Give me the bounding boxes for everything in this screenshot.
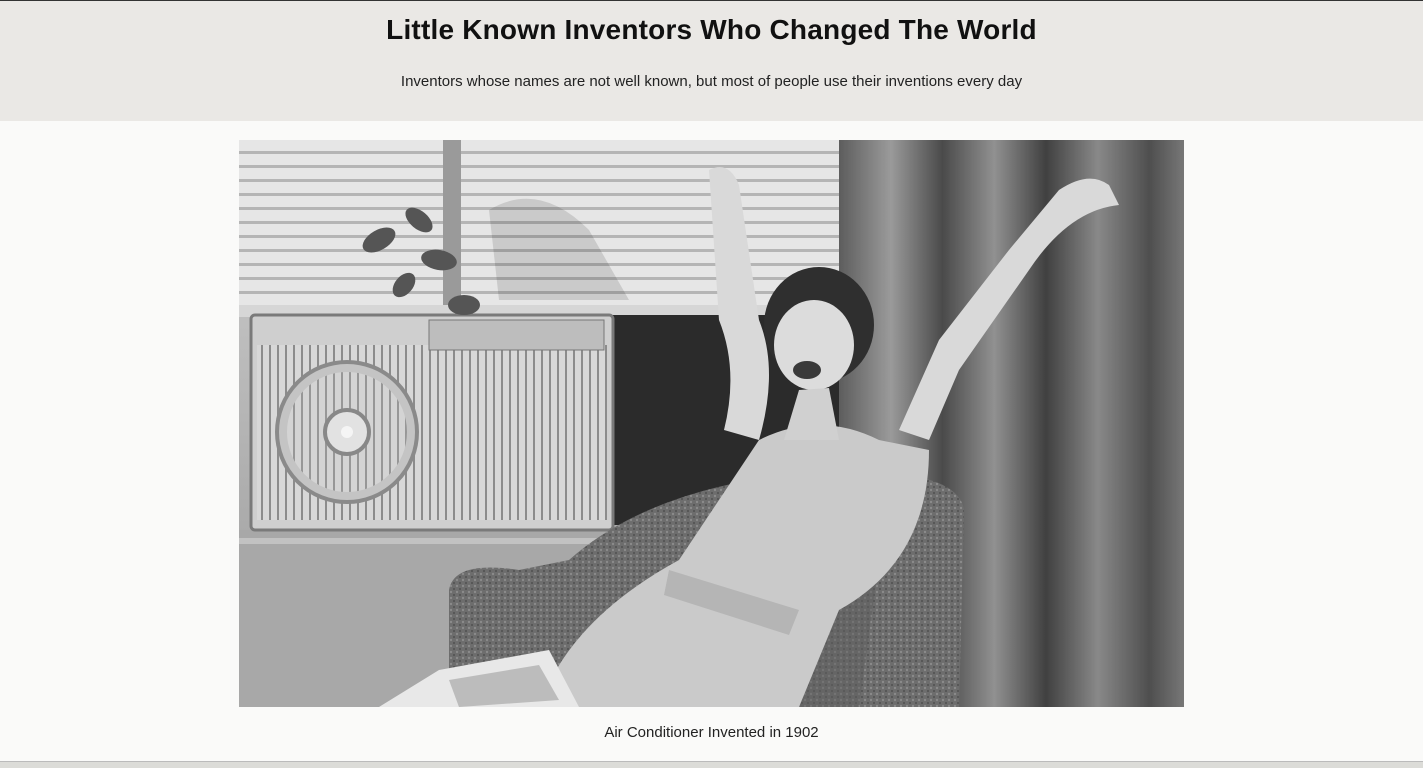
- image-caption: Air Conditioner Invented in 1902: [604, 724, 819, 741]
- page-header: Little Known Inventors Who Changed The W…: [0, 1, 1423, 121]
- page: Little Known Inventors Who Changed The W…: [0, 0, 1423, 768]
- page-subtitle: Inventors whose names are not well known…: [400, 73, 1023, 90]
- main-content: Air Conditioner Invented in 1902: [0, 121, 1423, 760]
- bottom-edge-bar: [0, 761, 1423, 768]
- air-conditioner-photo: [239, 140, 1184, 707]
- page-title: Little Known Inventors Who Changed The W…: [386, 14, 1037, 45]
